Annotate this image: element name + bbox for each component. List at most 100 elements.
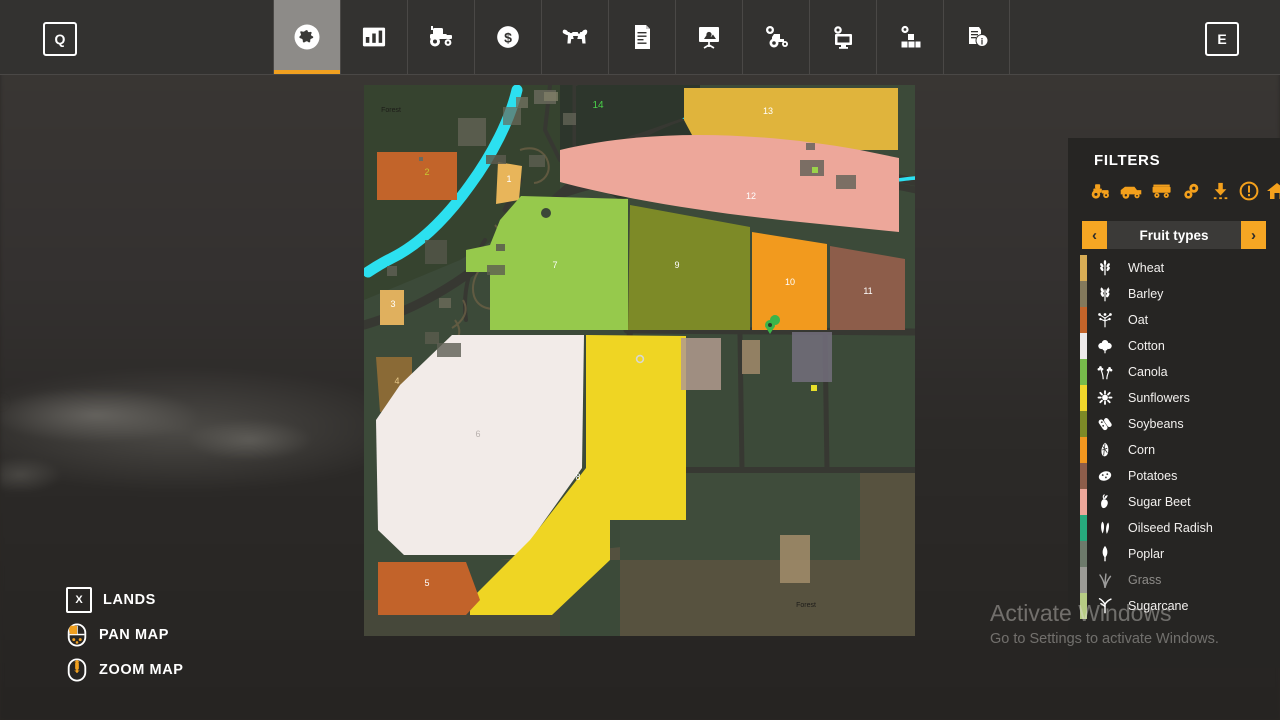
tools-gears-filter-icon[interactable] <box>1181 182 1203 205</box>
barley-icon <box>1100 287 1110 302</box>
mouse-move-icon <box>66 622 88 647</box>
fruit-label: Corn <box>1128 443 1156 457</box>
pan-map-label: PAN MAP <box>99 626 169 643</box>
warning-filter-icon[interactable] <box>1239 181 1259 206</box>
sell-marker[interactable] <box>811 385 817 391</box>
map-area-label: Forest <box>381 107 401 114</box>
canola-icon <box>1097 366 1113 380</box>
field-number-label: 2 <box>424 167 429 177</box>
tractor-gear-settings-icon <box>761 23 791 51</box>
tab-gallery[interactable] <box>675 0 742 74</box>
fruit-label: Poplar <box>1128 547 1165 561</box>
field-number-label: 13 <box>763 106 773 116</box>
fruit-label: Wheat <box>1128 261 1165 275</box>
potato-icon <box>1098 471 1112 481</box>
help-row-zoom-map[interactable]: ZOOM MAP <box>66 652 184 687</box>
tab-vehicles[interactable] <box>407 0 474 74</box>
trailer-filter-icon[interactable] <box>1150 182 1174 205</box>
zoom-map-label: ZOOM MAP <box>99 661 184 678</box>
tractor-filter-icon[interactable] <box>1090 182 1112 205</box>
oat-icon <box>1098 313 1112 328</box>
fruit-row-canola[interactable]: Canola <box>1068 359 1280 385</box>
oilseed-radish-icon <box>1101 521 1110 534</box>
fruit-label: Soybeans <box>1128 417 1184 431</box>
fruit-row-oat[interactable]: Oat <box>1068 307 1280 333</box>
fruit-label: Canola <box>1128 365 1168 379</box>
sugarbeet-icon <box>1101 494 1108 509</box>
tab-help[interactable]: i <box>943 0 1010 74</box>
contracts-documents-icon <box>630 23 654 51</box>
cow-animals-icon <box>559 25 591 49</box>
tab-game-settings[interactable] <box>809 0 876 74</box>
bar-chart-statistics-icon <box>360 23 388 51</box>
fruit-row-oilseed-radish[interactable]: Oilseed Radish <box>1068 515 1280 541</box>
gallery-picture-icon <box>695 23 723 51</box>
top-navigation-bar: Q E $ i <box>0 0 1280 75</box>
fruit-row-cotton[interactable]: Cotton <box>1068 333 1280 359</box>
globe-map-icon <box>292 22 322 52</box>
fruit-row-wheat[interactable]: Wheat <box>1068 255 1280 281</box>
tab-animals[interactable] <box>541 0 608 74</box>
fruit-row-grass[interactable]: Grass <box>1068 567 1280 593</box>
fruit-label: Oilseed Radish <box>1128 521 1213 535</box>
fruit-color-swatch <box>1080 333 1087 359</box>
svg-text:$: $ <box>504 29 512 45</box>
grass-icon <box>1099 573 1112 588</box>
fruit-color-swatch <box>1080 359 1087 385</box>
svg-text:i: i <box>980 37 983 47</box>
field-number-label: 4 <box>394 376 399 386</box>
tab-statistics[interactable] <box>340 0 407 74</box>
fruit-label: Sunflowers <box>1128 391 1190 405</box>
corn-icon <box>1101 442 1109 457</box>
harvester-filter-icon[interactable] <box>1119 182 1143 205</box>
fruit-color-swatch <box>1080 437 1087 463</box>
fruit-color-swatch <box>1080 567 1087 593</box>
fruit-color-swatch <box>1080 255 1087 281</box>
sunflower-icon <box>1097 390 1113 405</box>
fruit-row-barley[interactable]: Barley <box>1068 281 1280 307</box>
fruit-label: Sugar Beet <box>1128 495 1191 509</box>
fruit-color-swatch <box>1080 411 1087 437</box>
fruit-row-poplar[interactable]: Poplar <box>1068 541 1280 567</box>
fruit-color-swatch <box>1080 385 1087 411</box>
fruit-row-corn[interactable]: Corn <box>1068 437 1280 463</box>
field-number-label: 12 <box>746 191 756 201</box>
fruit-row-sugar-beet[interactable]: Sugar Beet <box>1068 489 1280 515</box>
fruit-row-sugarcane[interactable]: Sugarcane <box>1068 593 1280 619</box>
fruit-color-swatch <box>1080 541 1087 567</box>
field-number-label: 3 <box>390 299 395 309</box>
fruit-color-swatch <box>1080 593 1087 619</box>
silo-marker[interactable] <box>812 167 818 173</box>
fruit-row-sunflowers[interactable]: Sunflowers <box>1068 385 1280 411</box>
poplar-icon <box>1102 545 1108 562</box>
lands-key-hint[interactable]: X <box>66 586 92 613</box>
tab-vehicle-settings[interactable] <box>742 0 809 74</box>
help-row-lands[interactable]: X LANDS <box>66 582 184 617</box>
fruit-color-swatch <box>1080 307 1087 333</box>
farm-map[interactable]: 1 2 3 4 5 6 7 8 9 10 11 12 13 14 Forest Forest <box>364 85 915 636</box>
fruit-label: Grass <box>1128 573 1162 587</box>
monitor-gear-game-settings-icon <box>829 23 857 51</box>
field-7-pond <box>541 208 551 218</box>
field-number-label: 14 <box>592 100 604 111</box>
category-next-button[interactable]: › <box>1241 221 1266 249</box>
wheat-icon <box>1100 260 1110 276</box>
fruit-color-swatch <box>1080 463 1087 489</box>
tab-map[interactable] <box>273 0 340 74</box>
help-row-pan-map[interactable]: PAN MAP <box>66 617 184 652</box>
cotton-icon <box>1098 340 1112 354</box>
map-area-label: Forest <box>796 602 816 609</box>
prev-page-key-hint[interactable]: Q <box>43 22 77 56</box>
tab-finances[interactable]: $ <box>474 0 541 74</box>
house-buildings-filter-icon[interactable] <box>1266 181 1280 206</box>
next-page-key-hint[interactable]: E <box>1205 22 1239 56</box>
fruit-row-soybeans[interactable]: Soybeans <box>1068 411 1280 437</box>
fruit-row-potatoes[interactable]: Potatoes <box>1068 463 1280 489</box>
tab-contracts[interactable] <box>608 0 675 74</box>
field-number-label: 9 <box>674 260 679 270</box>
fruit-color-swatch <box>1080 281 1087 307</box>
map-canvas[interactable]: 1234567891011121314 ForestForest <box>364 85 915 636</box>
category-prev-button[interactable]: ‹ <box>1082 221 1107 249</box>
tab-mods[interactable] <box>876 0 943 74</box>
download-sell-point-filter-icon[interactable] <box>1210 182 1232 205</box>
